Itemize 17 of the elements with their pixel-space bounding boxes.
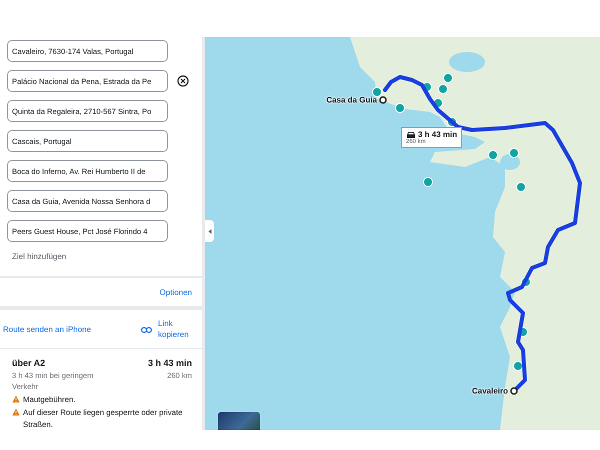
send-route-link[interactable]: Route senden an iPhone (3, 325, 92, 334)
copy-link[interactable]: Link kopieren (158, 318, 192, 340)
route-duration: 3 h 43 min (148, 358, 192, 368)
place-label: Casa da Guia (326, 96, 377, 104)
route-name: über A2 (12, 358, 46, 368)
remove-icon[interactable] (177, 75, 189, 87)
options-link[interactable]: Optionen (160, 288, 192, 298)
callout-duration: 3 h 43 min (418, 130, 458, 139)
caret-icon (208, 228, 212, 234)
warning-icon (12, 395, 20, 404)
collapse-panel-button[interactable] (205, 220, 214, 242)
place-label: Cavaleiro (472, 386, 508, 396)
link-icon (141, 326, 152, 333)
warning-icon (12, 408, 20, 416)
car-icon (406, 130, 416, 138)
add-destination-link[interactable]: Ziel hinzufügen (12, 252, 66, 261)
satellite-layer-thumbnail[interactable] (218, 412, 260, 430)
